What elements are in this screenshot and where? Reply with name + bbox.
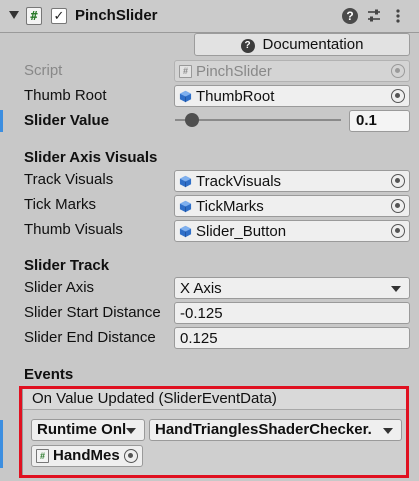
start-distance-label: Slider Start Distance bbox=[24, 304, 161, 321]
slider-track[interactable] bbox=[175, 119, 341, 121]
help-icon[interactable]: ? bbox=[342, 8, 358, 24]
slider-axis-dropdown[interactable]: X Axis bbox=[174, 277, 410, 299]
slider-thumb[interactable] bbox=[184, 113, 199, 127]
context-menu-icon[interactable] bbox=[390, 8, 406, 24]
object-picker-icon bbox=[391, 64, 405, 78]
axis-visuals-heading: Slider Axis Visuals bbox=[24, 149, 158, 166]
thumb-root-value: ThumbRoot bbox=[196, 88, 275, 105]
highlight-outline bbox=[19, 386, 409, 478]
slider-axis-label: Slider Axis bbox=[24, 279, 95, 296]
gameobject-cube-icon bbox=[179, 200, 192, 213]
foldout-arrow-icon[interactable] bbox=[9, 11, 19, 19]
end-distance-input[interactable]: 0.125 bbox=[174, 327, 410, 349]
script-field: # PinchSlider bbox=[174, 60, 410, 82]
documentation-button[interactable]: ? Documentation bbox=[194, 33, 410, 56]
script-icon: # bbox=[26, 7, 42, 25]
thumb-visuals-value: Slider_Button bbox=[196, 223, 287, 240]
modified-marker bbox=[0, 110, 3, 132]
object-picker-icon[interactable] bbox=[391, 89, 405, 103]
thumb-visuals-label: Thumb Visuals bbox=[24, 221, 123, 238]
documentation-label: Documentation bbox=[262, 36, 364, 53]
start-distance-input[interactable]: -0.125 bbox=[174, 302, 410, 324]
script-file-icon: # bbox=[179, 65, 192, 78]
script-value: PinchSlider bbox=[196, 63, 272, 80]
slider-track-heading: Slider Track bbox=[24, 257, 110, 274]
component-enabled-checkbox[interactable]: ✓ bbox=[51, 8, 67, 24]
track-visuals-label: Track Visuals bbox=[24, 171, 114, 188]
thumb-root-field[interactable]: ThumbRoot bbox=[174, 85, 410, 107]
component-title: PinchSlider bbox=[75, 7, 158, 24]
slider-value-input[interactable]: 0.1 bbox=[349, 110, 410, 132]
end-distance-label: Slider End Distance bbox=[24, 329, 156, 346]
presets-icon[interactable] bbox=[366, 8, 382, 24]
slider-value-label: Slider Value bbox=[24, 112, 110, 129]
object-picker-icon[interactable] bbox=[391, 224, 405, 238]
help-icon: ? bbox=[240, 39, 255, 53]
tick-marks-field[interactable]: TickMarks bbox=[174, 195, 410, 217]
thumb-root-label: Thumb Root bbox=[24, 87, 107, 104]
chevron-down-icon bbox=[391, 286, 401, 292]
track-visuals-field[interactable]: TrackVisuals bbox=[174, 170, 410, 192]
object-picker-icon[interactable] bbox=[391, 174, 405, 188]
modified-marker bbox=[0, 420, 3, 468]
gameobject-cube-icon bbox=[179, 225, 192, 238]
thumb-visuals-field[interactable]: Slider_Button bbox=[174, 220, 410, 242]
gameobject-cube-icon bbox=[179, 175, 192, 188]
gameobject-cube-icon bbox=[179, 90, 192, 103]
track-visuals-value: TrackVisuals bbox=[196, 173, 282, 190]
slider-axis-value: X Axis bbox=[180, 280, 222, 297]
events-heading: Events bbox=[24, 366, 74, 383]
start-distance-value: -0.125 bbox=[180, 305, 223, 322]
tick-marks-value: TickMarks bbox=[196, 198, 264, 215]
end-distance-value: 0.125 bbox=[180, 330, 218, 347]
tick-marks-label: Tick Marks bbox=[24, 196, 96, 213]
component-header: # ✓ PinchSlider ? bbox=[0, 0, 419, 33]
object-picker-icon[interactable] bbox=[391, 199, 405, 213]
script-label: Script bbox=[24, 62, 63, 79]
